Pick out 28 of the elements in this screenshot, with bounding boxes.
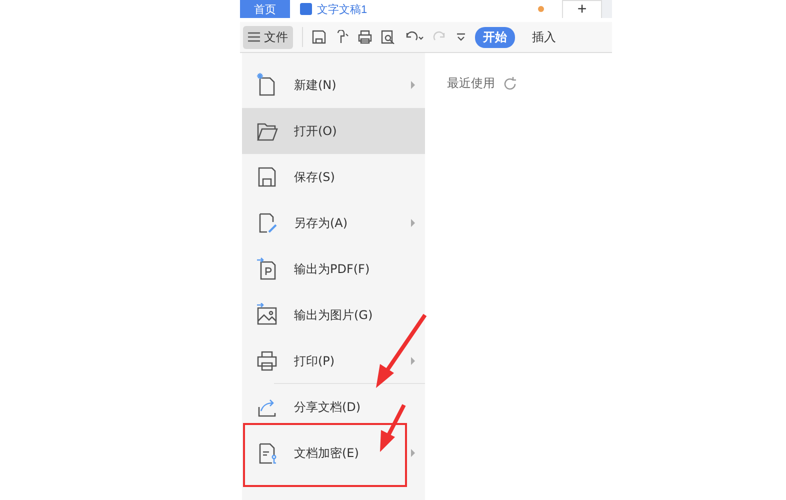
- recent-heading: 最近使用: [447, 75, 495, 92]
- tab[interactable]: 首页: [240, 0, 290, 18]
- save-icon: [256, 165, 278, 189]
- menu-icon: [248, 32, 260, 42]
- menu-item[interactable]: 保存(S): [242, 154, 425, 200]
- file-menu-button[interactable]: 文件: [243, 26, 293, 48]
- image-export-icon: [256, 303, 278, 327]
- menu-item[interactable]: 新建(N): [242, 62, 425, 108]
- print-preview-icon[interactable]: [381, 30, 395, 44]
- format-painter-icon[interactable]: [335, 30, 349, 44]
- pdf-export-icon: [256, 257, 278, 281]
- printer-icon[interactable]: [358, 30, 372, 44]
- ribbon-tab[interactable]: 插入: [524, 26, 564, 48]
- menu-item[interactable]: 分享文档(D): [242, 384, 425, 430]
- pointer-arrow: [380, 404, 406, 452]
- menu-item[interactable]: 另存为(A): [242, 200, 425, 246]
- document-icon: [300, 3, 312, 15]
- menu-item[interactable]: 输出为PDF(F): [242, 246, 425, 292]
- tab[interactable]: 文字文稿1: [290, 0, 562, 18]
- menu-item[interactable]: 打开(O): [242, 108, 425, 154]
- menu-item[interactable]: 输出为图片(G): [242, 292, 425, 338]
- new-tab-button[interactable]: +: [562, 0, 602, 18]
- save-icon[interactable]: [312, 30, 326, 44]
- dropdown-icon[interactable]: [456, 32, 466, 42]
- menu-item[interactable]: 打印(P): [242, 338, 425, 384]
- refresh-icon[interactable]: [503, 76, 517, 90]
- ribbon-tab[interactable]: 开始: [475, 26, 515, 48]
- printer-icon: [256, 349, 278, 373]
